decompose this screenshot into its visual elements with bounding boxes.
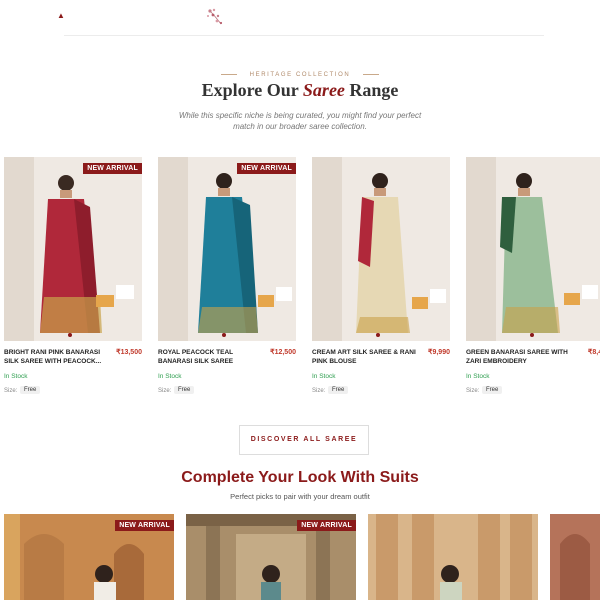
saree-photo [4, 157, 142, 341]
product-card[interactable]: GREEN BANARASI SAREE WITH ZARI EMBROIDER… [466, 157, 600, 394]
new-arrival-badge: NEW ARRIVAL [115, 520, 174, 531]
stock-status: In Stock [312, 373, 336, 380]
product-image[interactable]: NEW ARRIVAL [4, 157, 142, 341]
new-arrival-badge: NEW ARRIVAL [237, 163, 296, 174]
product-image[interactable] [312, 157, 450, 341]
size-chip[interactable]: Free [20, 386, 41, 394]
size-chip[interactable]: Free [482, 386, 503, 394]
product-name[interactable]: ROYAL PEACOCK TEAL BANARASI SILK SAREE [158, 348, 262, 366]
heading-prefix: Explore Our [201, 80, 303, 100]
suit-photo [368, 514, 538, 600]
stock-status: In Stock [158, 373, 182, 380]
discover-all-saree-button[interactable]: DISCOVER ALL SAREE [239, 425, 369, 455]
product-name[interactable]: CREAM ART SILK SAREE & RANI PINK BLOUSE [312, 348, 416, 366]
suit-photo [550, 514, 600, 600]
product-price: ₹8,49 [587, 349, 600, 356]
stock-status: In Stock [466, 373, 490, 380]
product-price: ₹13,500 [116, 349, 142, 356]
product-name[interactable]: GREEN BANARASI SAREE WITH ZARI EMBROIDER… [466, 348, 570, 366]
image-indicator-dot[interactable] [530, 333, 534, 337]
chevron-up-icon[interactable]: ▲ [57, 11, 65, 20]
product-image[interactable]: NEW ARRIVAL [158, 157, 296, 341]
product-name[interactable]: BRIGHT RANI PINK BANARASI SILK SAREE WIT… [4, 348, 108, 366]
product-card[interactable]: CREAM ART SILK SAREE & RANI PINK BLOUSE … [312, 157, 450, 394]
image-indicator-dot[interactable] [68, 333, 72, 337]
suits-section-subtitle: Perfect picks to pair with your dream ou… [230, 492, 370, 501]
heading-accent: Saree [302, 80, 345, 100]
section-heading: Explore Our Saree Range [0, 80, 600, 101]
heading-suffix: Range [344, 80, 399, 100]
product-carousel: NEW ARRIVAL BRIGHT RANI PINK BANARASI SI… [4, 157, 600, 402]
eyebrow-line-left [221, 74, 238, 76]
floral-logo-icon[interactable] [205, 6, 227, 28]
stock-status: In Stock [4, 373, 28, 380]
image-indicator-dot[interactable] [376, 333, 380, 337]
product-price: ₹12,500 [270, 349, 296, 356]
size-label: Size: [466, 388, 480, 394]
size-label: Size: [312, 388, 326, 394]
header-divider [64, 35, 544, 36]
new-arrival-badge: NEW ARRIVAL [297, 520, 356, 531]
section-subtitle: While this specific niche is being curat… [178, 111, 422, 131]
eyebrow-line-right [362, 74, 379, 76]
size-chip[interactable]: Free [328, 386, 349, 394]
suit-card[interactable] [550, 514, 600, 600]
suit-card[interactable]: NEW ARRIVAL [186, 514, 356, 600]
suits-section-title: Complete Your Look With Suits [181, 469, 419, 486]
top-bar: ▲ [0, 0, 600, 36]
product-card[interactable]: NEW ARRIVAL ROYAL PEACOCK TEAL BANARASI … [158, 157, 296, 394]
saree-photo [466, 157, 600, 341]
saree-photo [312, 157, 450, 341]
product-price: ₹9,990 [428, 349, 450, 356]
size-chip[interactable]: Free [174, 386, 195, 394]
new-arrival-badge: NEW ARRIVAL [83, 163, 142, 174]
product-card[interactable]: NEW ARRIVAL BRIGHT RANI PINK BANARASI SI… [4, 157, 142, 394]
eyebrow-text: HERITAGE COLLECTION [249, 71, 351, 78]
size-label: Size: [4, 388, 18, 394]
suits-carousel: NEW ARRIVAL NEW ARRIVAL [4, 514, 600, 600]
suit-card[interactable]: NEW ARRIVAL [4, 514, 174, 600]
saree-photo [158, 157, 296, 341]
image-indicator-dot[interactable] [222, 333, 226, 337]
size-label: Size: [158, 388, 172, 394]
suit-card[interactable] [368, 514, 538, 600]
product-image[interactable] [466, 157, 600, 341]
